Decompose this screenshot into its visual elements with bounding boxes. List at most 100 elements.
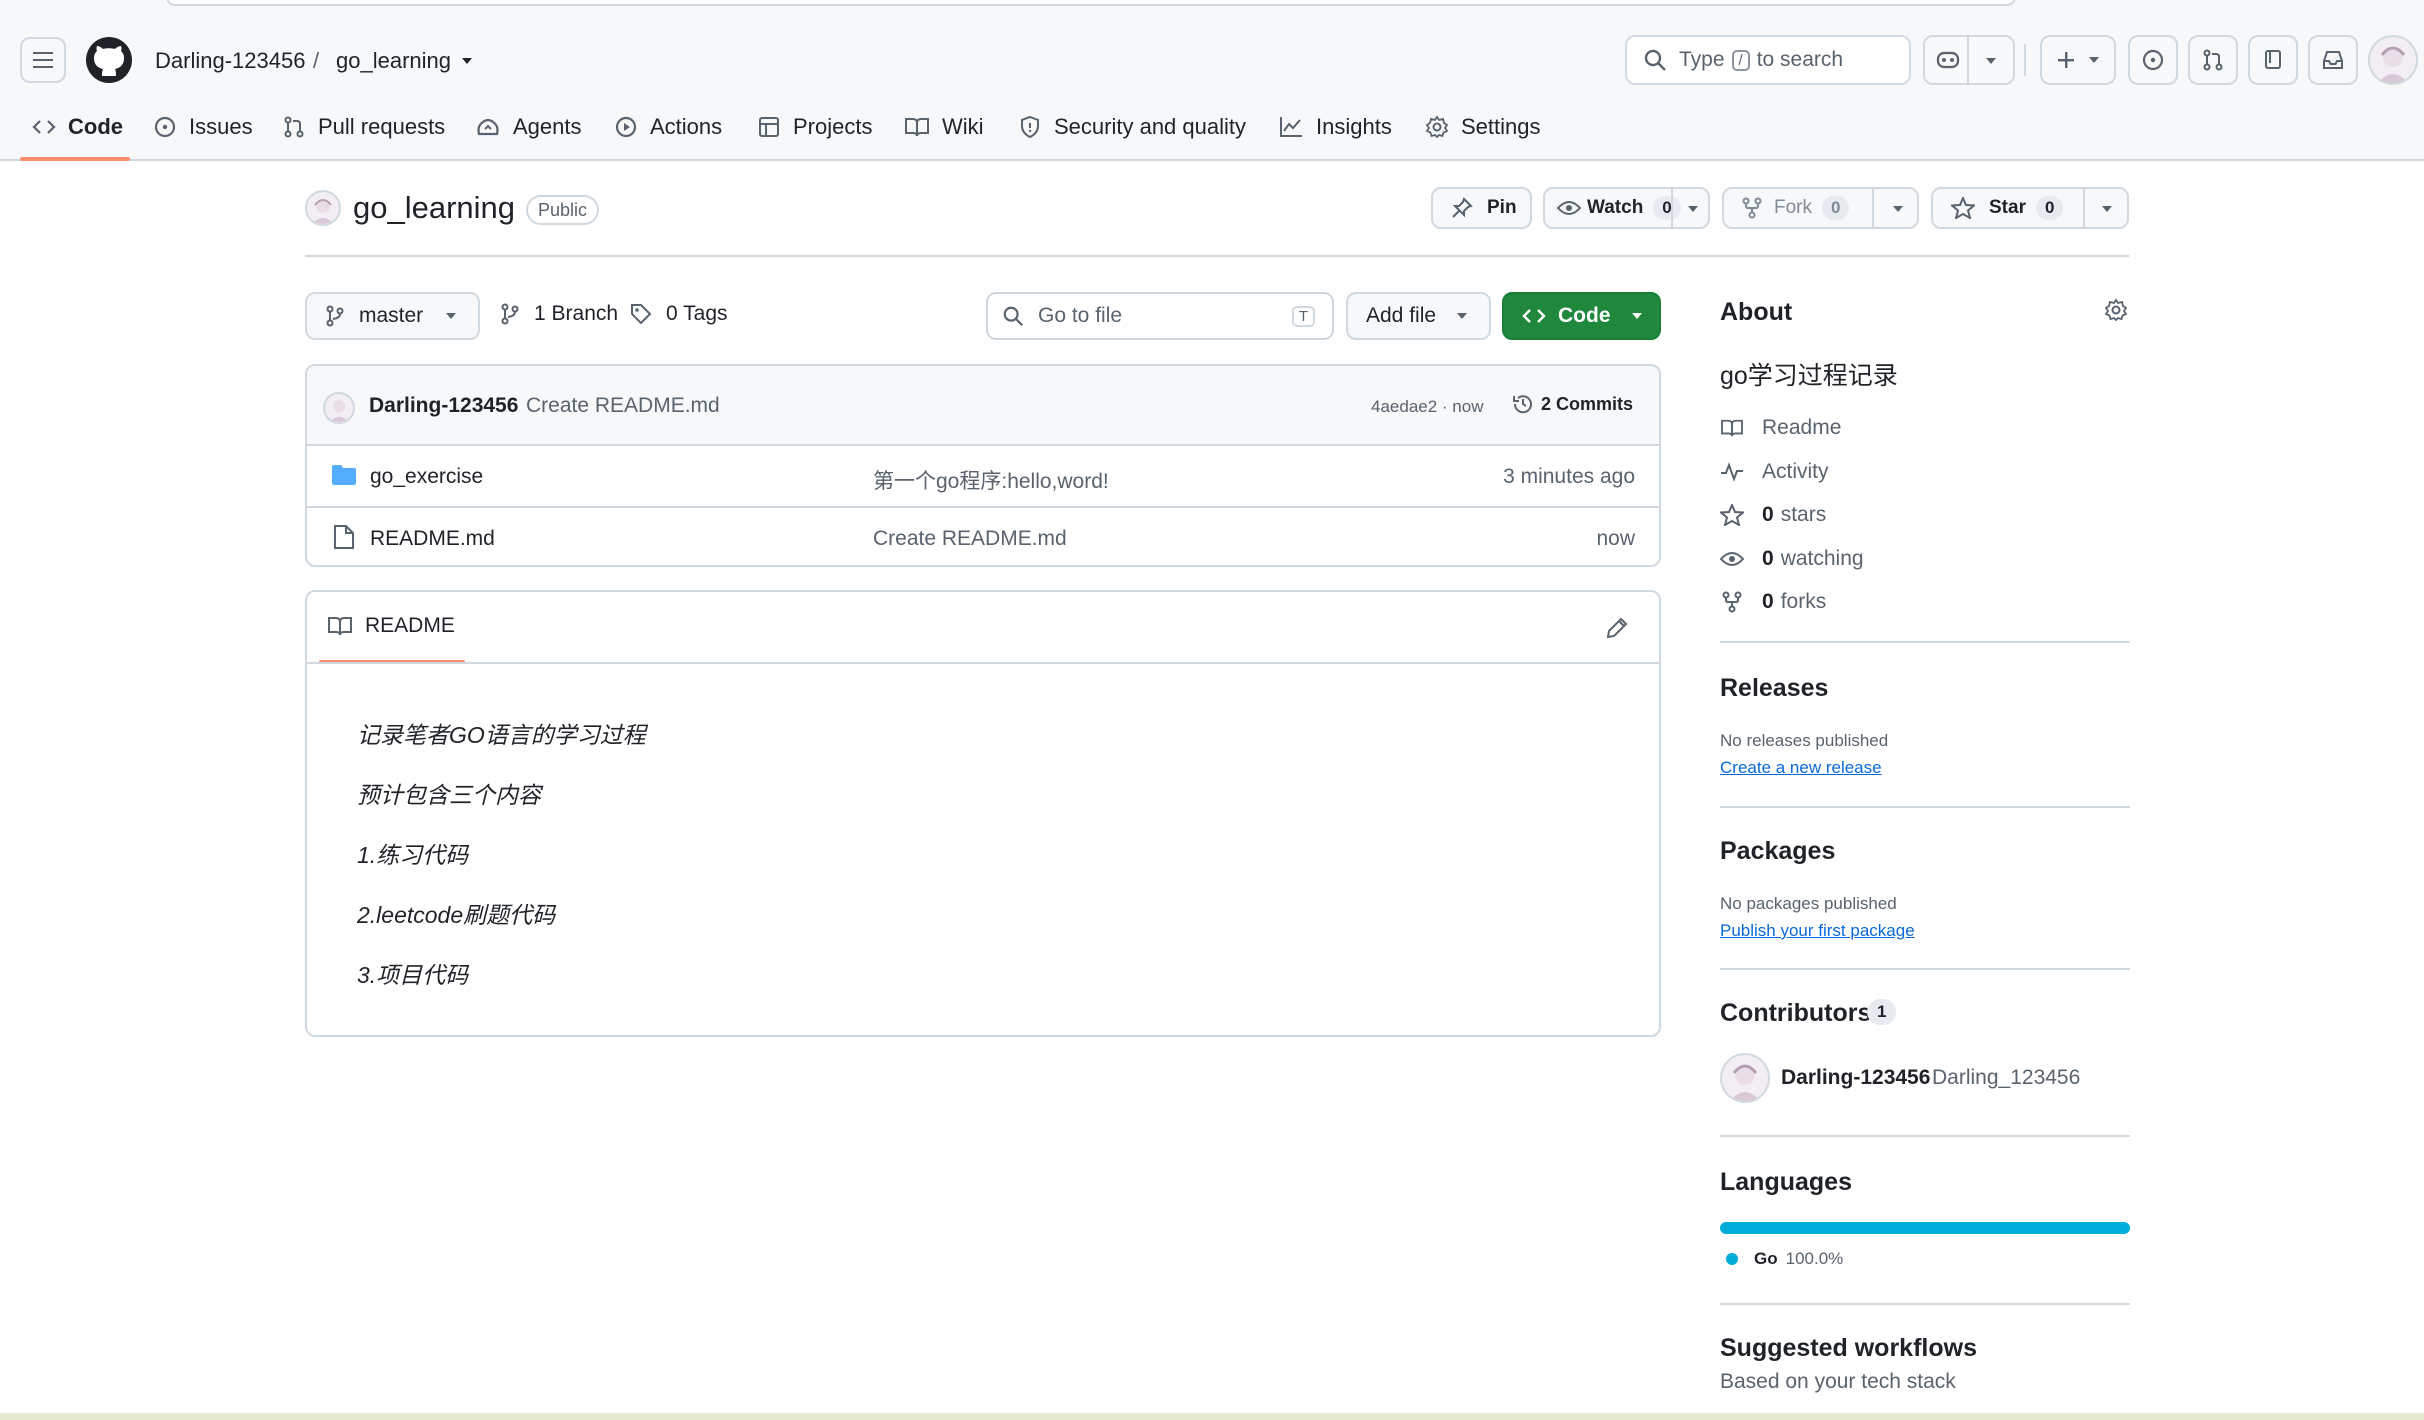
watch-button[interactable]: Watch 0 bbox=[1543, 187, 1710, 229]
table-icon bbox=[759, 117, 779, 137]
active-tab-underline bbox=[20, 157, 130, 161]
stars-label: stars bbox=[1780, 503, 1827, 526]
add-file-button[interactable]: Add file bbox=[1346, 292, 1491, 340]
create-release-link[interactable]: Create a new release bbox=[1720, 758, 1882, 778]
tab-issues[interactable]: Issues bbox=[153, 108, 253, 146]
commit-author-avatar[interactable] bbox=[323, 392, 355, 424]
language-item-go[interactable]: Go 100.0% bbox=[1726, 1249, 1843, 1269]
user-avatar[interactable] bbox=[2368, 35, 2418, 85]
file-browser: Darling-123456 Create README.md 4aedae2 … bbox=[305, 364, 1661, 567]
chevron-down-icon bbox=[1688, 206, 1698, 212]
tab-security-label: Security and quality bbox=[1054, 114, 1246, 139]
pin-button[interactable]: Pin bbox=[1431, 187, 1532, 229]
inbox-button[interactable] bbox=[2308, 35, 2358, 85]
menu-button[interactable] bbox=[20, 37, 66, 83]
about-readme-link[interactable]: Readme bbox=[1720, 416, 1841, 440]
tab-insights[interactable]: Insights bbox=[1278, 108, 1392, 146]
tab-agents[interactable]: Agents bbox=[475, 108, 582, 146]
search-shortcut-key: / bbox=[1731, 49, 1750, 71]
suggested-workflows-heading: Suggested workflows bbox=[1720, 1334, 1977, 1362]
language-dot bbox=[1726, 1253, 1738, 1265]
gear-icon[interactable] bbox=[2104, 298, 2128, 322]
packages-empty-text: No packages published bbox=[1720, 894, 1897, 913]
breadcrumb-repo[interactable]: go_learning bbox=[336, 48, 451, 74]
owner-avatar[interactable] bbox=[305, 190, 341, 226]
copilot-button[interactable] bbox=[1923, 35, 2015, 85]
breadcrumb-owner[interactable]: Darling-123456 bbox=[155, 48, 305, 74]
tags-link[interactable]: 0 Tags bbox=[630, 302, 728, 326]
repo-name[interactable]: go_learning bbox=[353, 190, 515, 226]
tab-projects[interactable]: Projects bbox=[757, 108, 872, 146]
sidebar-divider bbox=[1720, 1303, 2130, 1305]
repo-switcher-caret-icon[interactable] bbox=[460, 56, 474, 66]
browser-bar-edge bbox=[166, 0, 2016, 6]
readme-line: 2.leetcode刷题代码 bbox=[357, 902, 556, 928]
tab-security[interactable]: Security and quality bbox=[1018, 108, 1246, 146]
code-dropdown-button[interactable]: Code bbox=[1502, 292, 1661, 340]
tab-settings[interactable]: Settings bbox=[1425, 108, 1541, 146]
commit-hash-time[interactable]: 4aedae2 · now bbox=[1371, 397, 1483, 417]
tags-count: 0 Tags bbox=[666, 302, 728, 325]
tab-code[interactable]: Code bbox=[32, 108, 123, 146]
branches-link[interactable]: 1 Branch bbox=[500, 302, 618, 326]
tab-wiki[interactable]: Wiki bbox=[904, 108, 984, 146]
file-row-go-exercise[interactable]: go_exercise 第一个go程序:hello,word! 3 minute… bbox=[307, 446, 1659, 506]
chevron-down-icon bbox=[2089, 57, 2099, 63]
go-to-file-input[interactable]: Go to file T bbox=[986, 292, 1334, 340]
star-icon bbox=[1951, 197, 1975, 219]
git-pull-request-icon bbox=[2203, 49, 2223, 71]
contributor-avatar[interactable] bbox=[1720, 1053, 1770, 1103]
about-activity-link[interactable]: Activity bbox=[1720, 460, 1829, 484]
commit-author[interactable]: Darling-123456 bbox=[369, 394, 518, 418]
repo-icon bbox=[2265, 50, 2281, 69]
issues-button[interactable] bbox=[2128, 35, 2178, 85]
tab-pull-requests[interactable]: Pull requests bbox=[282, 108, 445, 146]
file-time: 3 minutes ago bbox=[1503, 465, 1635, 488]
eye-icon bbox=[1720, 552, 1744, 566]
sidebar-divider bbox=[1720, 968, 2130, 970]
fork-button[interactable]: Fork 0 bbox=[1722, 187, 1919, 229]
global-search-input[interactable]: Type / to search bbox=[1625, 35, 1911, 85]
tab-actions[interactable]: Actions bbox=[614, 108, 722, 146]
add-file-label: Add file bbox=[1366, 304, 1437, 327]
contributors-heading[interactable]: Contributors bbox=[1720, 999, 1871, 1028]
releases-heading[interactable]: Releases bbox=[1720, 674, 1828, 703]
file-name[interactable]: README.md bbox=[370, 527, 495, 551]
commits-link[interactable]: 2 Commits bbox=[1511, 392, 1633, 416]
language-name: Go bbox=[1754, 1249, 1778, 1268]
book-icon bbox=[1721, 419, 1743, 437]
tab-pull-requests-label: Pull requests bbox=[318, 114, 446, 139]
file-commit-message[interactable]: 第一个go程序:hello,word! bbox=[873, 465, 1109, 495]
commit-message[interactable]: Create README.md bbox=[526, 394, 720, 418]
file-name[interactable]: go_exercise bbox=[370, 465, 483, 489]
branch-name: master bbox=[359, 304, 424, 327]
publish-package-link[interactable]: Publish your first package bbox=[1720, 921, 1915, 941]
gear-icon bbox=[1425, 115, 1449, 139]
latest-commit-bar: Darling-123456 Create README.md 4aedae2 … bbox=[307, 366, 1659, 446]
file-row-readme[interactable]: README.md Create README.md now bbox=[307, 506, 1659, 565]
avatar-image-icon bbox=[1730, 1064, 1760, 1101]
github-logo-icon[interactable] bbox=[85, 36, 133, 84]
about-forks-link[interactable]: 0 forks bbox=[1720, 590, 1826, 614]
about-watching-link[interactable]: 0 watching bbox=[1720, 547, 1864, 571]
readme-tab[interactable]: README bbox=[327, 614, 455, 638]
packages-heading[interactable]: Packages bbox=[1720, 837, 1835, 866]
fork-label: Fork bbox=[1774, 197, 1812, 218]
header-divider bbox=[2024, 44, 2026, 76]
fork-count: 0 bbox=[1822, 196, 1850, 220]
file-commit-message[interactable]: Create README.md bbox=[873, 527, 1067, 551]
repositories-button[interactable] bbox=[2248, 35, 2298, 85]
watch-label: Watch bbox=[1587, 197, 1644, 218]
readme-line: 记录笔者GO语言的学习过程 bbox=[357, 722, 646, 748]
contributor-login[interactable]: Darling-123456 bbox=[1781, 1066, 1930, 1090]
visibility-badge: Public bbox=[526, 195, 600, 225]
tab-agents-label: Agents bbox=[513, 114, 582, 139]
pencil-icon[interactable] bbox=[1605, 616, 1629, 640]
branch-selector[interactable]: master bbox=[305, 292, 480, 340]
language-percent: 100.0% bbox=[1785, 1249, 1844, 1268]
language-bar bbox=[1720, 1222, 2130, 1234]
star-button[interactable]: Star 0 bbox=[1931, 187, 2129, 229]
about-stars-link[interactable]: 0 stars bbox=[1720, 503, 1826, 527]
create-new-button[interactable] bbox=[2040, 35, 2116, 85]
pull-requests-button[interactable] bbox=[2188, 35, 2238, 85]
